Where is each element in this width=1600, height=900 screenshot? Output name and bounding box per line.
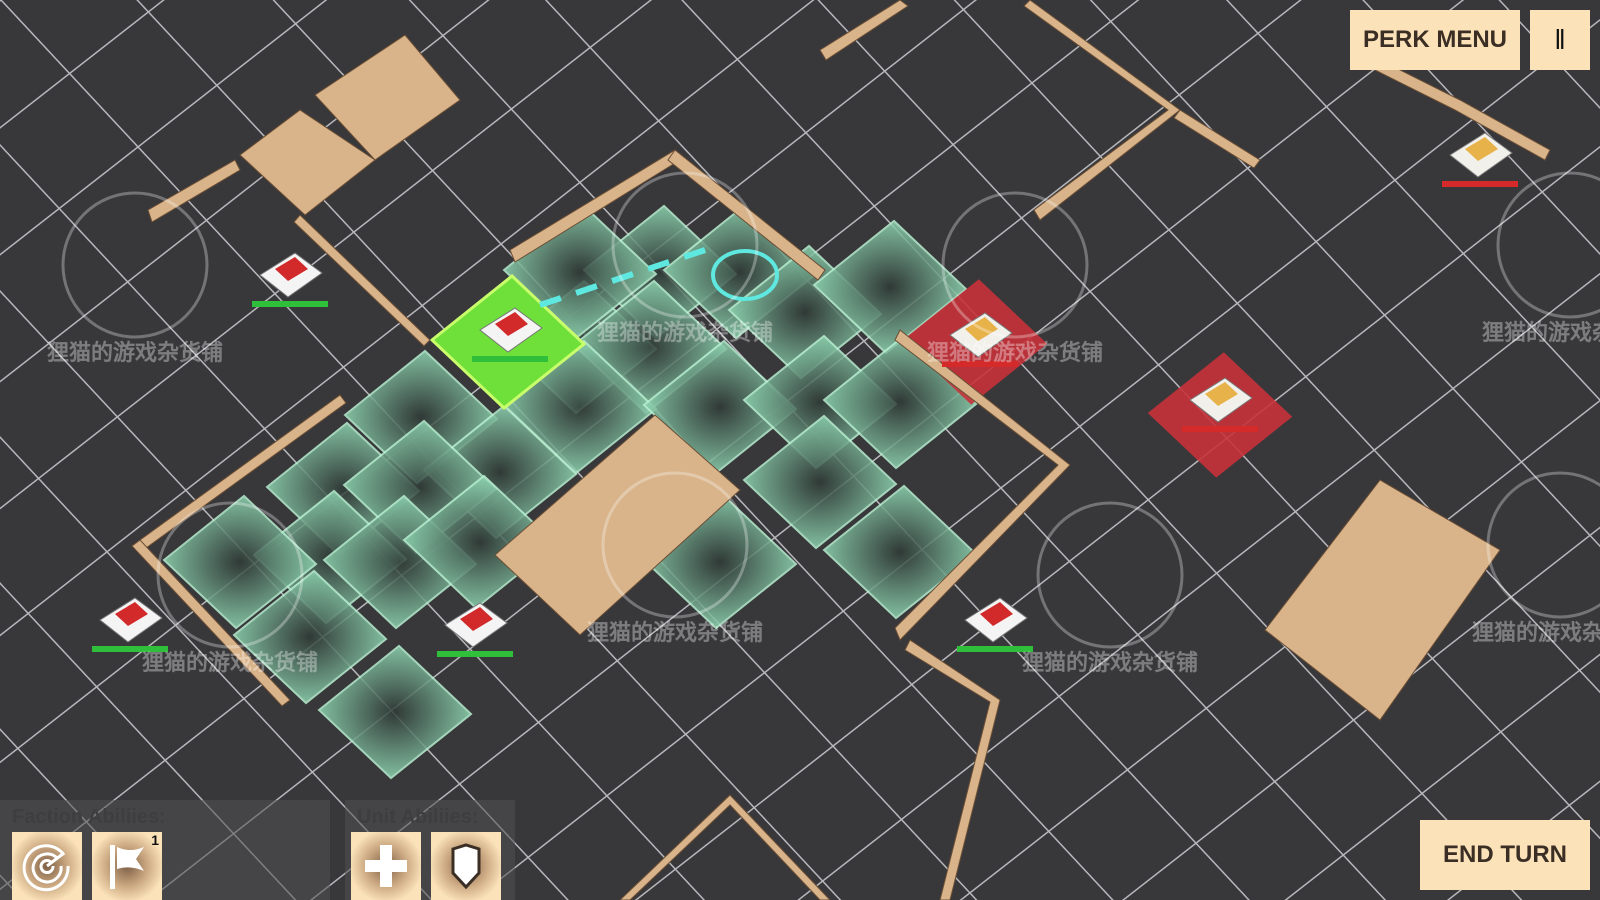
- shield-icon: [451, 843, 481, 890]
- game-board[interactable]: 狸猫的游戏杂货铺狸猫的游戏杂货铺狸猫的游戏杂货铺狸猫的游戏杂货铺狸猫的游戏杂货铺…: [0, 0, 1600, 900]
- flag-count-badge: 1: [151, 832, 159, 848]
- watermark-text: 狸猫的游戏杂货铺: [927, 340, 1103, 365]
- end-turn-button[interactable]: END TURN: [1420, 820, 1590, 890]
- shield-ability-button[interactable]: [431, 832, 501, 900]
- unit-abilities-panel: Unit Abiliies:: [345, 800, 515, 900]
- watermark-text: 狸猫的游戏杂货铺: [597, 320, 773, 345]
- pause-button[interactable]: ‖: [1530, 10, 1590, 70]
- faction-abilities-title: Faction Abiliies:: [12, 806, 166, 828]
- watermark-text: 狸猫的游戏杂货铺: [1482, 320, 1600, 345]
- health-bar-fill: [1182, 426, 1258, 432]
- perk-menu-button[interactable]: PERK MENU: [1350, 10, 1520, 70]
- plus-icon: [365, 845, 407, 887]
- faction-abilities-panel: Faction Abiliies: 1: [0, 800, 330, 900]
- health-bar-fill: [437, 651, 513, 657]
- watermark-text: 狸猫的游戏杂货铺: [1022, 650, 1198, 675]
- radar-ability-button[interactable]: [12, 832, 82, 900]
- health-bar-fill: [252, 301, 328, 307]
- health-bar-fill: [1442, 181, 1518, 187]
- unit-abilities-title: Unit Abiliies:: [357, 806, 479, 828]
- pause-icon: ‖: [1554, 24, 1566, 55]
- flag-ability-button[interactable]: 1: [92, 832, 162, 900]
- health-bar-fill: [472, 356, 548, 362]
- repair-ability-button[interactable]: [351, 832, 421, 900]
- radar-icon: [22, 844, 70, 892]
- watermark-text: 狸猫的游戏杂货铺: [47, 340, 223, 365]
- flag-icon: [110, 845, 144, 889]
- watermark-text: 狸猫的游戏杂货铺: [587, 620, 763, 645]
- watermark-text: 狸猫的游戏杂货铺: [142, 650, 318, 675]
- watermark-text: 狸猫的游戏杂货铺: [1472, 620, 1600, 645]
